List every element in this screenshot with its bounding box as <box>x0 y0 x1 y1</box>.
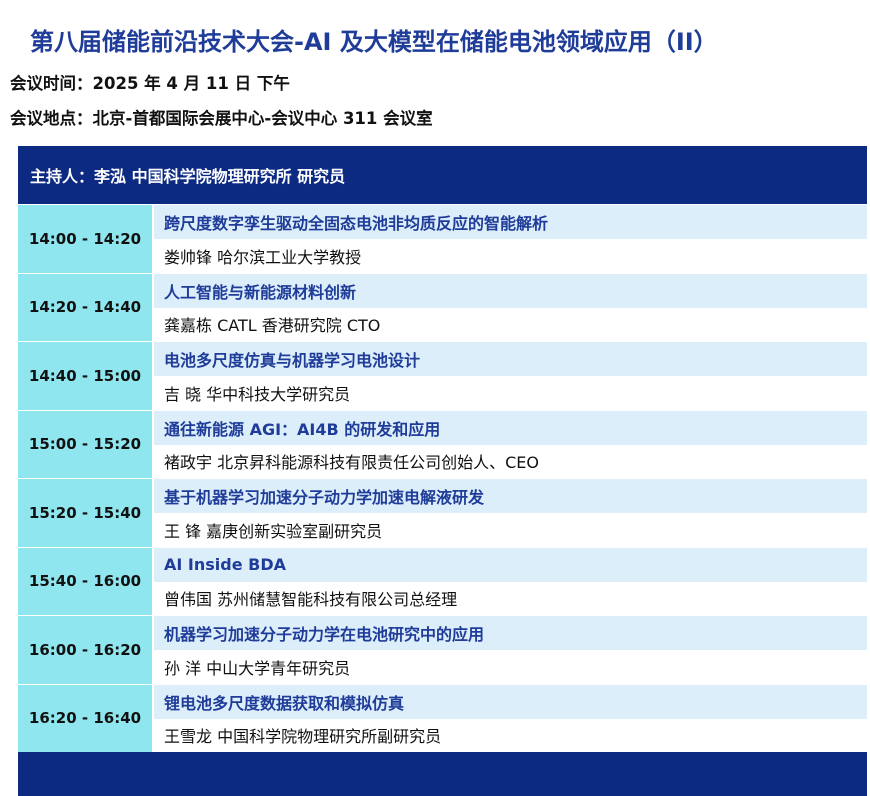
agenda-row: 15:40 - 16:00 AI Inside BDA 曾伟国 苏州储慧智能科技有限… <box>18 546 867 615</box>
session-speaker: 王雪龙 中国科学院物理研究所副研究员 <box>154 718 867 752</box>
session-time: 16:00 - 16:20 <box>18 616 154 684</box>
session-content: 基于机器学习加速分子动力学加速电解液研发王 锋 嘉庚创新实验室副研究员 <box>154 479 867 547</box>
session-content: 电池多尺度仿真与机器学习电池设计吉 晓 华中科技大学研究员 <box>154 342 867 410</box>
session-time: 14:20 - 14:40 <box>18 273 154 341</box>
agenda-row: 16:20 - 16:40 锂电池多尺度数据获取和模拟仿真 王雪龙 中国科学院物理研… <box>18 683 867 752</box>
session-content: 机器学习加速分子动力学在电池研究中的应用孙 洋 中山大学青年研究员 <box>154 616 867 684</box>
agenda-row: 14:20 - 14:40 人工智能与新能源材料创新 龚嘉栋 CATL 香港研究院 … <box>18 272 867 341</box>
agenda-row: 14:40 - 15:00 电池多尺度仿真与机器学习电池设计吉 晓 华中科技大学研… <box>18 341 867 410</box>
session-content: 通往新能源 AGI：AI4B 的研发和应用 褚政宇 北京昇科能源科技有限责任公司创… <box>154 410 867 478</box>
session-topic: 跨尺度数字孪生驱动全固态电池非均质反应的智能解析 <box>154 205 867 239</box>
session-time: 15:40 - 16:00 <box>18 547 154 615</box>
footer-bar <box>18 752 867 796</box>
agenda-row: 15:00 - 15:20 通往新能源 AGI：AI4B 的研发和应用 褚政宇 北京… <box>18 409 867 478</box>
session-content: AI Inside BDA 曾伟国 苏州储慧智能科技有限公司总经理 <box>154 547 867 615</box>
session-topic: 人工智能与新能源材料创新 <box>154 273 867 308</box>
agenda-row: 14:00 - 14:20 跨尺度数字孪生驱动全固态电池非均质反应的智能解析 娄帅锋… <box>18 204 867 273</box>
session-time: 14:40 - 15:00 <box>18 342 154 410</box>
session-topic: 机器学习加速分子动力学在电池研究中的应用 <box>154 616 867 650</box>
session-speaker: 孙 洋 中山大学青年研究员 <box>154 650 867 684</box>
session-content: 跨尺度数字孪生驱动全固态电池非均质反应的智能解析 娄帅锋 哈尔滨工业大学教授 <box>154 205 867 273</box>
session-speaker: 王 锋 嘉庚创新实验室副研究员 <box>154 513 867 547</box>
session-time: 15:00 - 15:20 <box>18 410 154 478</box>
session-speaker: 吉 晓 华中科技大学研究员 <box>154 376 867 410</box>
session-speaker: 曾伟国 苏州储慧智能科技有限公司总经理 <box>154 581 867 615</box>
session-topic: 电池多尺度仿真与机器学习电池设计 <box>154 342 867 376</box>
session-speaker: 龚嘉栋 CATL 香港研究院 CTO <box>154 307 867 341</box>
session-topic: 基于机器学习加速分子动力学加速电解液研发 <box>154 479 867 513</box>
session-topic: 通往新能源 AGI：AI4B 的研发和应用 <box>154 410 867 445</box>
session-topic: 锂电池多尺度数据获取和模拟仿真 <box>154 684 867 719</box>
session-time: 14:00 - 14:20 <box>18 205 154 273</box>
session-content: 锂电池多尺度数据获取和模拟仿真 王雪龙 中国科学院物理研究所副研究员 <box>154 684 867 752</box>
meeting-time: 会议时间：2025 年 4 月 11 日 下午 <box>10 74 290 93</box>
meeting-place: 会议地点：北京-首都国际会展中心-会议中心 311 会议室 <box>10 109 433 128</box>
agenda-rows: 14:00 - 14:20 跨尺度数字孪生驱动全固态电池非均质反应的智能解析 娄帅锋… <box>18 204 867 752</box>
session-speaker: 娄帅锋 哈尔滨工业大学教授 <box>154 239 867 273</box>
session-topic: AI Inside BDA <box>154 547 867 582</box>
session-speaker: 褚政宇 北京昇科能源科技有限责任公司创始人、CEO <box>154 444 867 478</box>
agenda-row: 16:00 - 16:20 机器学习加速分子动力学在电池研究中的应用孙 洋 中山大… <box>18 615 867 684</box>
session-time: 16:20 - 16:40 <box>18 684 154 752</box>
agenda-row: 15:20 - 15:40 基于机器学习加速分子动力学加速电解液研发王 锋 嘉庚创… <box>18 478 867 547</box>
session-content: 人工智能与新能源材料创新 龚嘉栋 CATL 香港研究院 CTO <box>154 273 867 341</box>
host-banner: 主持人：李泓 中国科学院物理研究所 研究员 <box>18 146 867 204</box>
agenda-table: 主持人：李泓 中国科学院物理研究所 研究员 14:00 - 14:20 跨尺度数字… <box>18 146 867 796</box>
page-title: 第八届储能前沿技术大会-AI 及大模型在储能电池领域应用（II） <box>30 28 718 56</box>
session-time: 15:20 - 15:40 <box>18 479 154 547</box>
